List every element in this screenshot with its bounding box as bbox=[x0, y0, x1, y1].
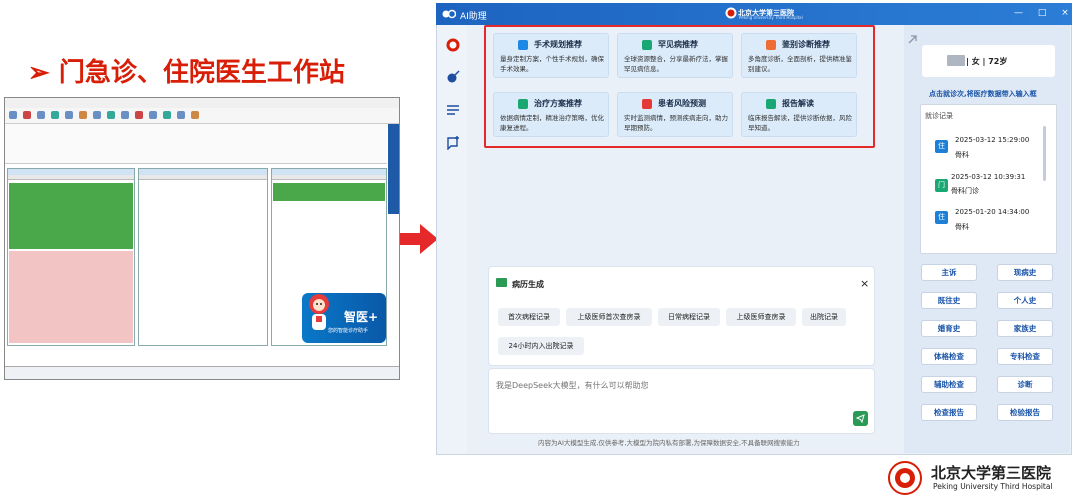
legacy-toolbar bbox=[5, 108, 399, 124]
feature-title: 手术规划推荐 bbox=[534, 40, 582, 49]
feature-desc: 临床报告解读，提供诊断依据，风险早知道。 bbox=[748, 114, 852, 132]
book-icon bbox=[496, 278, 507, 287]
legacy-menubar bbox=[5, 98, 399, 108]
legacy-middle-panel bbox=[138, 168, 268, 346]
record-button-discharge[interactable]: 出院记录 bbox=[802, 308, 846, 326]
send-button[interactable] bbox=[853, 411, 868, 426]
visit-date[interactable]: 2025-03-12 15:29:00 bbox=[955, 136, 1029, 144]
menu-icon[interactable] bbox=[446, 103, 460, 117]
legacy-statusbar bbox=[5, 366, 399, 379]
feature-desc: 全球资源整合，分享最新疗法，掌握罕见病信息。 bbox=[624, 55, 728, 73]
chat-input[interactable] bbox=[496, 373, 856, 397]
mascot-subtitle: 您的智能诊疗助手 bbox=[328, 328, 369, 334]
btn-exam-report[interactable]: 检查报告 bbox=[921, 404, 977, 421]
feature-card-differential-diagnosis[interactable]: 鉴别诊断推荐 多角度诊断，全面剖析，提供精准鉴别建议。 bbox=[741, 33, 857, 78]
feature-desc: 多角度诊断，全面剖析，提供精准鉴别建议。 bbox=[748, 55, 852, 73]
feature-card-risk-prediction[interactable]: 患者风险预测 实时监测病情，预测疾病走向，助力早期预防。 bbox=[617, 92, 733, 137]
visit-dept[interactable]: 骨科 bbox=[955, 222, 969, 232]
visit-date[interactable]: 2025-03-12 10:39:31 bbox=[951, 173, 1025, 181]
btn-lab-report[interactable]: 检验报告 bbox=[997, 404, 1053, 421]
visit-dept[interactable]: 骨科门诊 bbox=[951, 186, 979, 196]
import-hint-link[interactable]: 点击就诊次,将医疗数据带入输入框 bbox=[929, 89, 1037, 99]
feature-title: 报告解读 bbox=[782, 99, 814, 108]
visit-dept[interactable]: 骨科 bbox=[955, 150, 969, 160]
feature-title: 鉴别诊断推荐 bbox=[782, 40, 830, 49]
btn-marital-history[interactable]: 婚育史 bbox=[921, 320, 977, 337]
feature-card-rare-disease[interactable]: 罕见病推荐 全球资源整合，分享最新疗法，掌握罕见病信息。 bbox=[617, 33, 733, 78]
feature-card-surgery-plan[interactable]: 手术规划推荐 量身定制方案，个性手术规划，确保手术效果。 bbox=[493, 33, 609, 78]
legacy-patient-list-panel bbox=[7, 168, 135, 346]
risk-prediction-icon bbox=[642, 99, 652, 109]
new-chat-icon[interactable] bbox=[446, 136, 460, 150]
visit-type-badge: 住 bbox=[935, 140, 948, 153]
close-icon[interactable]: × bbox=[860, 277, 869, 290]
hospital-emblem-icon bbox=[888, 461, 922, 495]
btn-personal-history[interactable]: 个人史 bbox=[997, 292, 1053, 309]
feature-title: 治疗方案推荐 bbox=[534, 99, 582, 108]
visit-type-badge: 门 bbox=[935, 179, 948, 192]
hospital-emblem-icon[interactable] bbox=[446, 38, 460, 52]
btn-past-history[interactable]: 既往史 bbox=[921, 292, 977, 309]
visit-date[interactable]: 2025-01-20 14:34:00 bbox=[955, 208, 1029, 216]
left-rail bbox=[437, 25, 467, 454]
btn-auxiliary-exam[interactable]: 辅助检查 bbox=[921, 376, 977, 393]
patient-info: | 女 | 72岁 bbox=[966, 57, 1008, 66]
visit-scrollbar[interactable] bbox=[1043, 126, 1046, 181]
feature-title: 患者风险预测 bbox=[658, 99, 706, 108]
hospital-name-en: Peking University Third Hospital bbox=[739, 15, 803, 20]
btn-physical-exam[interactable]: 体格检查 bbox=[921, 348, 977, 365]
window-controls[interactable]: — □ × bbox=[1014, 8, 1075, 18]
record-button-24h-admission-discharge[interactable]: 24小时内入出院记录 bbox=[498, 337, 584, 355]
expand-icon[interactable] bbox=[908, 35, 917, 44]
app-name: AI助理 bbox=[460, 12, 487, 22]
feature-card-treatment-plan[interactable]: 治疗方案推荐 依据病情定制，精准治疗策略，优化康复进程。 bbox=[493, 92, 609, 137]
btn-family-history[interactable]: 家族史 bbox=[997, 320, 1053, 337]
feature-card-report-interpretation[interactable]: 报告解读 临床报告解读，提供诊断依据，风险早知道。 bbox=[741, 92, 857, 137]
feature-desc: 依据病情定制，精准治疗策略，优化康复进程。 bbox=[500, 114, 604, 132]
feature-desc: 实时监测病情，预测疾病走向，助力早期预防。 bbox=[624, 114, 728, 132]
visit-type-badge: 住 bbox=[935, 211, 948, 224]
satellite-icon[interactable] bbox=[446, 70, 460, 84]
ai-disclaimer: 内容为AI大模型生成,仅供参考,大模型为院内私有部署,为保障数据安全,不具备联网… bbox=[538, 439, 800, 447]
treatment-plan-icon bbox=[518, 99, 528, 109]
footer-hospital-name-en: Peking University Third Hospital bbox=[933, 482, 1053, 491]
legacy-sidebar bbox=[388, 124, 399, 214]
visit-records-label: 就诊记录 bbox=[925, 112, 953, 120]
footer-hospital-name: 北京大学第三医院 bbox=[931, 464, 1052, 482]
hospital-logo-icon bbox=[725, 7, 737, 19]
btn-diagnosis[interactable]: 诊断 bbox=[997, 376, 1053, 393]
record-button-daily-progress[interactable]: 日常病程记录 bbox=[658, 308, 720, 326]
patient-name-masked bbox=[947, 55, 965, 66]
rare-disease-icon bbox=[642, 40, 652, 50]
record-button-senior-rounds[interactable]: 上级医师查房录 bbox=[726, 308, 796, 326]
ai-logo-icon bbox=[442, 9, 456, 19]
btn-specialty-exam[interactable]: 专科检查 bbox=[997, 348, 1053, 365]
btn-present-illness[interactable]: 现病史 bbox=[997, 264, 1053, 281]
slide-title: ➢ 门急诊、住院医生工作站 bbox=[28, 58, 345, 88]
surgery-plan-icon bbox=[518, 40, 528, 50]
btn-chief-complaint[interactable]: 主诉 bbox=[921, 264, 977, 281]
legacy-search-form bbox=[5, 124, 387, 164]
feature-desc: 量身定制方案，个性手术规划，确保手术效果。 bbox=[500, 55, 604, 73]
record-button-senior-first-rounds[interactable]: 上级医师首次查房录 bbox=[566, 308, 652, 326]
record-generation-title: 病历生成 bbox=[512, 280, 544, 289]
arrow-right-icon bbox=[400, 224, 438, 254]
differential-diagnosis-icon bbox=[766, 40, 776, 50]
mascot-title: 智医+ bbox=[344, 310, 379, 324]
feature-title: 罕见病推荐 bbox=[658, 40, 698, 49]
record-button-first-progress[interactable]: 首次病程记录 bbox=[498, 308, 560, 326]
report-interpretation-icon bbox=[766, 99, 776, 109]
